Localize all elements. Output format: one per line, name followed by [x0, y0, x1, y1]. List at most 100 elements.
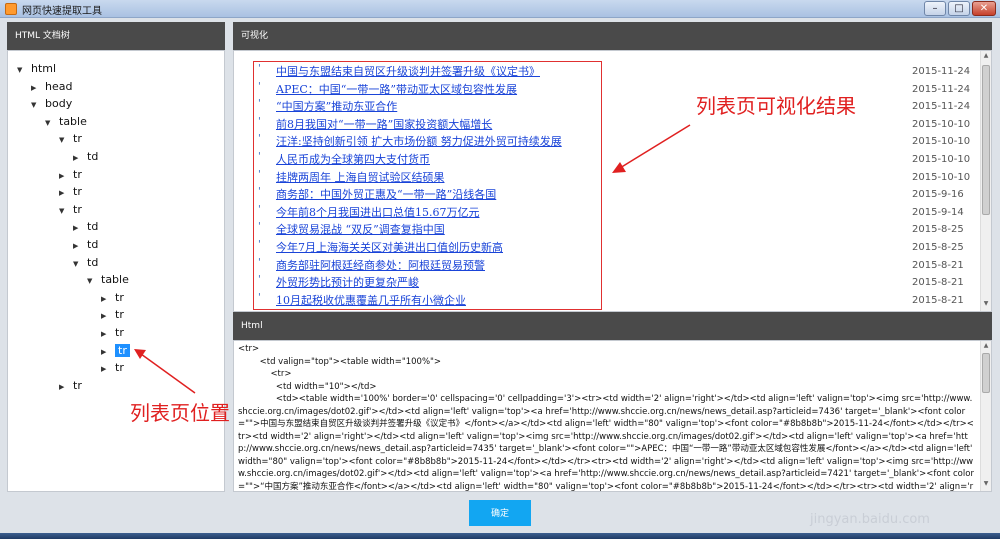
caret-right-icon[interactable]: ▶: [73, 150, 81, 167]
html-source-panel[interactable]: <tr> <td valign="top"><table width="100%…: [233, 340, 992, 492]
tree-node[interactable]: ▼ tr: [59, 201, 82, 218]
caret-right-icon[interactable]: ▶: [31, 80, 39, 97]
tree-node[interactable]: ▶ head: [31, 78, 72, 95]
maximize-button[interactable]: □: [948, 1, 970, 16]
tree-node[interactable]: ▶ tr: [59, 183, 82, 200]
news-link[interactable]: 商务部：中国外贸正惠及“一带一路”沿线各国: [276, 186, 496, 203]
minimize-button[interactable]: –: [924, 1, 946, 16]
tree-node[interactable]: ▼ tr: [59, 130, 82, 147]
caret-right-icon[interactable]: ▶: [101, 361, 109, 378]
tree-node-label: tr: [73, 132, 82, 146]
tree-node[interactable]: ▶ tr: [101, 359, 124, 376]
bullet-icon: ': [258, 168, 261, 180]
scroll-thumb[interactable]: [982, 353, 990, 393]
caret-down-icon[interactable]: ▼: [31, 97, 39, 114]
tree-node[interactable]: ▶ tr: [101, 306, 124, 323]
bullet-icon: ': [258, 186, 261, 198]
tree-node[interactable]: ▼ td: [73, 254, 98, 271]
taskbar: [0, 533, 1000, 539]
news-link[interactable]: 全球贸易混战 “双反”调查复指中国: [276, 221, 445, 238]
tree-node-label: table: [101, 273, 129, 287]
news-link[interactable]: 汪洋:坚持创新引领 扩大市场份额 努力促进外贸可持续发展: [276, 133, 562, 150]
news-date: 2015-10-10: [912, 171, 971, 183]
tree-node[interactable]: ▶ tr: [59, 377, 82, 394]
tree-node[interactable]: ▶ tr: [101, 324, 124, 341]
news-date: 2015-10-10: [912, 136, 971, 148]
bullet-icon: ': [258, 80, 261, 92]
scroll-up-icon[interactable]: ▲: [981, 51, 991, 61]
tree-node[interactable]: ▶ td: [73, 148, 98, 165]
news-link[interactable]: 挂牌两周年 上海自贸试验区结硕果: [276, 169, 445, 186]
caret-right-icon[interactable]: ▶: [73, 238, 81, 255]
news-link[interactable]: “中国方案”推动东亚合作: [276, 98, 397, 115]
caret-down-icon[interactable]: ▼: [59, 203, 67, 220]
tree-node[interactable]: ▼ table: [45, 113, 87, 130]
caret-right-icon[interactable]: ▶: [101, 326, 109, 343]
caret-down-icon[interactable]: ▼: [59, 132, 67, 149]
html-scrollbar[interactable]: ▲ ▼: [980, 341, 991, 491]
news-link[interactable]: 人民币成为全球第四大支付货币: [276, 151, 430, 168]
tree-node[interactable]: ▼ table: [87, 271, 129, 288]
tree-node-label: html: [31, 62, 57, 75]
caret-right-icon[interactable]: ▶: [59, 185, 67, 202]
list-item: ' 汪洋:坚持创新引领 扩大市场份额 努力促进外贸可持续发展 2015-10-10: [252, 133, 970, 150]
bullet-icon: ': [258, 239, 261, 250]
caret-right-icon[interactable]: ▶: [73, 220, 81, 237]
news-link[interactable]: 前8月我国对“一带一路”国家投资额大幅增长: [276, 116, 492, 133]
caret-right-icon[interactable]: ▶: [101, 344, 109, 361]
list-item: ' 今年7月上海海关关区对美进出口值创历史新高 2015-8-25: [252, 239, 970, 256]
window-title: 网页快速提取工具: [22, 6, 102, 17]
tree-node[interactable]: ▼ body: [31, 95, 72, 112]
news-link[interactable]: 外贸形势比预计的更复杂严峻: [276, 274, 419, 291]
scroll-thumb[interactable]: [982, 65, 990, 215]
news-date: 2015-8-21: [912, 294, 964, 306]
tree-node-label: table: [59, 114, 87, 128]
tree-node-label: td: [87, 238, 99, 251]
tree-node[interactable]: ▶ tr: [101, 289, 124, 306]
news-date: 2015-8-25: [912, 224, 964, 236]
tree-panel-header: HTML 文档树: [7, 22, 225, 50]
news-link[interactable]: 今年7月上海海关关区对美进出口值创历史新高: [276, 239, 503, 256]
caret-down-icon[interactable]: ▼: [17, 62, 25, 79]
tree-node-label: td: [87, 220, 99, 234]
bullet-icon: ': [258, 221, 261, 233]
title-bar: 网页快速提取工具 – □ ✕: [0, 0, 1000, 18]
caret-right-icon[interactable]: ▶: [101, 291, 109, 308]
scroll-down-icon[interactable]: ▼: [981, 479, 991, 489]
bullet-icon: ': [258, 63, 261, 74]
close-button[interactable]: ✕: [972, 1, 996, 16]
caret-right-icon[interactable]: ▶: [59, 168, 67, 185]
news-link[interactable]: 今年前8个月我国进出口总值15.67万亿元: [276, 204, 480, 221]
tree-node[interactable]: ▶ tr: [101, 342, 130, 359]
caret-right-icon[interactable]: ▶: [59, 379, 67, 396]
tree-node-label: body: [45, 97, 73, 111]
visual-scrollbar[interactable]: ▲ ▼: [980, 51, 991, 311]
news-date: 2015-8-21: [912, 259, 964, 271]
confirm-button[interactable]: 确定: [469, 500, 531, 526]
scroll-up-icon[interactable]: ▲: [981, 341, 991, 351]
html-source-text: <tr> <td valign="top"><table width="100%…: [238, 344, 974, 492]
caret-down-icon[interactable]: ▼: [73, 256, 81, 273]
tree-node[interactable]: ▼ html: [17, 60, 56, 77]
tree-node[interactable]: ▶ td: [73, 218, 98, 235]
tree-node[interactable]: ▶ tr: [59, 166, 82, 183]
news-link[interactable]: 商务部驻阿根廷经商参处：阿根廷贸易预警: [276, 257, 485, 274]
news-link[interactable]: APEC：中国“一带一路”带动亚太区域包容性发展: [276, 81, 517, 98]
news-link[interactable]: 中国与东盟结束自贸区升级谈判并签署升级《议定书》: [276, 63, 540, 80]
caret-down-icon[interactable]: ▼: [87, 273, 95, 290]
tree-node-label: tr: [73, 185, 82, 199]
caret-down-icon[interactable]: ▼: [45, 115, 53, 132]
news-date: 2015-10-10: [912, 154, 971, 165]
bullet-icon: ': [258, 291, 261, 303]
news-date: 2015-9-16: [912, 189, 964, 201]
list-item: ' 商务部驻阿根廷经商参处：阿根廷贸易预警 2015-8-21: [252, 257, 970, 274]
tree-node-label: tr: [115, 290, 124, 304]
caret-right-icon[interactable]: ▶: [101, 308, 109, 325]
bullet-icon: ': [258, 133, 261, 145]
scroll-down-icon[interactable]: ▼: [981, 299, 991, 309]
list-item: ' 外贸形势比预计的更复杂严峻 2015-8-21: [252, 274, 970, 291]
tree-node-label: head: [45, 79, 73, 93]
list-item: ' 今年前8个月我国进出口总值15.67万亿元 2015-9-14: [252, 204, 970, 221]
tree-node[interactable]: ▶ td: [73, 236, 98, 253]
news-link[interactable]: 10月起税收优惠覆盖几乎所有小微企业: [276, 292, 466, 309]
